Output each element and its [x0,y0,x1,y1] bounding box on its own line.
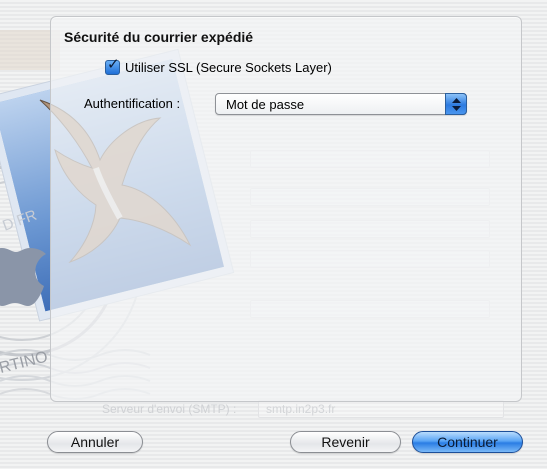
authentication-select[interactable]: Mot de passe [215,93,467,115]
ssl-option[interactable]: ✓ Utiliser SSL (Secure Sockets Layer) [105,56,332,75]
popup-arrows-icon [445,93,467,115]
smtp-label: Serveur d'envoi (SMTP) : [102,402,237,416]
back-button[interactable]: Revenir [290,431,401,453]
smtp-value: smtp.in2p3.fr [266,402,336,416]
cancel-button[interactable]: Annuler [47,431,143,453]
checkmark-icon: ✓ [107,56,120,73]
continue-button[interactable]: Continuer [412,431,523,453]
authentication-value: Mot de passe [226,97,305,112]
ssl-checkbox[interactable]: ✓ [105,56,120,75]
section-title: Sécurité du courrier expédié [64,29,254,45]
ssl-label[interactable]: Utiliser SSL (Secure Sockets Layer) [125,60,332,75]
authentication-label: Authentification : [84,96,181,111]
apple-logo-icon [0,248,46,306]
